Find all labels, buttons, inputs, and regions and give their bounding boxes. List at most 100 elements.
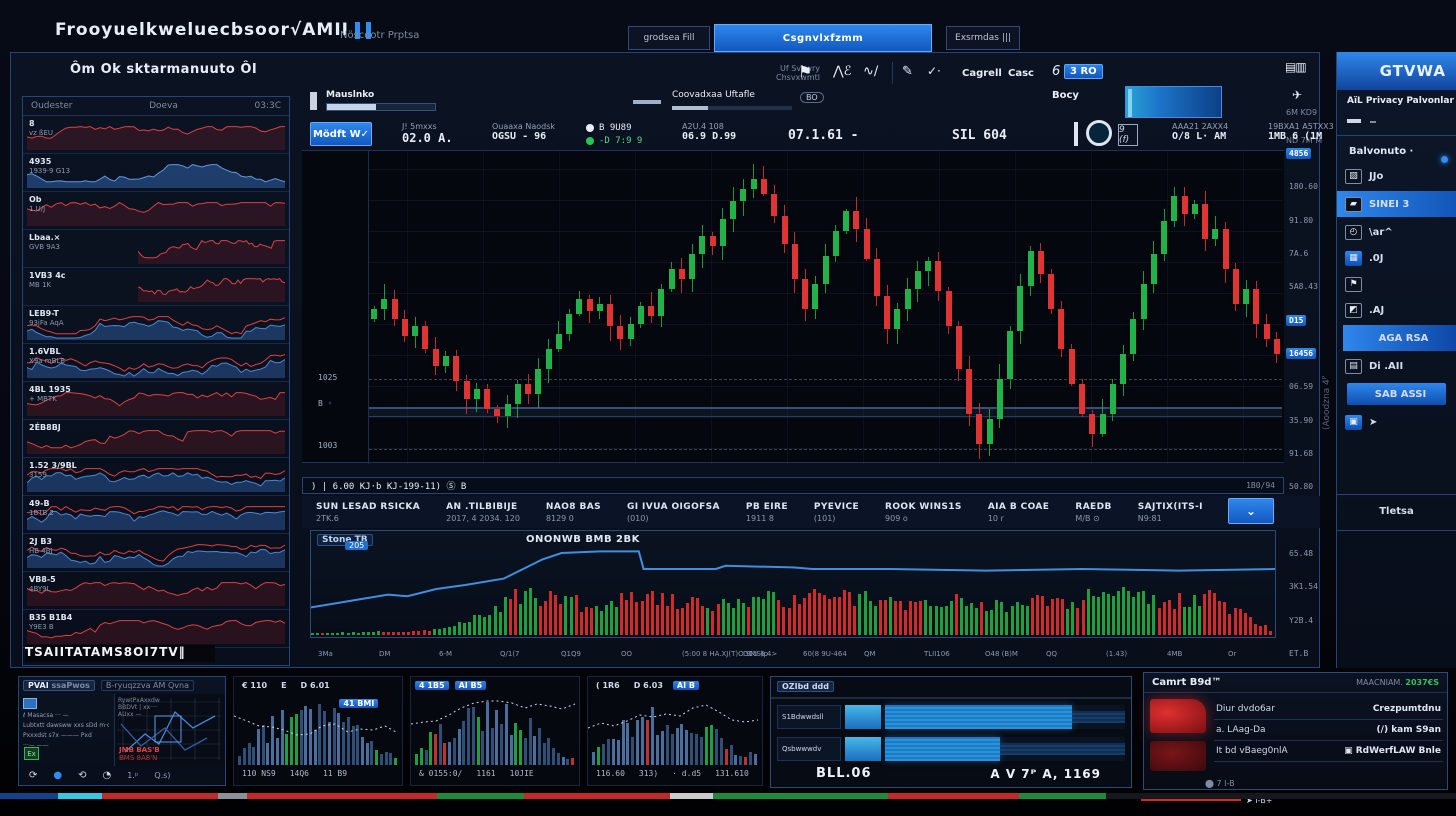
footer-icon-3[interactable]: ◔ [103,770,112,781]
progress-row[interactable]: S1Bdwwdsll [777,703,1125,731]
mini-chart-panel[interactable]: 4 1B5AI B5& 0155:0∕116110JIE [410,676,580,786]
magnifier-icon[interactable] [1086,120,1112,146]
metric-item[interactable]: PYEVICE(101) [814,502,859,523]
tab-file[interactable]: grodsea Fill [628,26,710,50]
casc-button[interactable]: Casc [1008,68,1034,79]
price-axis-label[interactable]: 91.80 [1286,215,1316,226]
watchlist-row[interactable]: 4BL 1935+ MBTK [23,382,289,420]
price-axis-label[interactable]: 50.80 [1286,481,1316,492]
metric-item[interactable]: NAO8 BAS8129 0 [546,502,601,523]
footer-icon-1[interactable]: ● [53,770,62,781]
price-axis-label[interactable]: 35.90 [1286,415,1316,426]
watchlist-row[interactable]: 49351939·9 G13 [23,154,289,192]
tab-extras[interactable]: Exsrmdas ||| [946,26,1020,50]
sidebar-item[interactable]: SAB ASSI [1347,383,1446,405]
mini-chart-panel[interactable]: € 110ED 6.0141 BMI110 NS914Q611 B9 [233,676,403,786]
price-axis-label[interactable]: Y2B.4 [1286,615,1316,626]
metric-item[interactable]: SUN LESAD RSICKA2TK.6 [316,502,420,523]
progress-tab[interactable]: OZIbd ddd [777,681,834,692]
watchlist-row[interactable]: B35 B1B4Y9E3 B [23,610,289,648]
dove-icon[interactable]: ✈ [1292,88,1302,102]
candlestick-chart-region[interactable]: 1025B ◦1003 [302,150,1284,463]
ro-badge[interactable]: 3 RO [1064,64,1103,79]
watchlist-row[interactable]: 1.6VBLX9a mBLB [23,344,289,382]
news-tab1[interactable]: PVAI ssaPwos [23,680,95,691]
zigzag-chart-icon[interactable]: ∿∕ [863,64,878,79]
price-axis-label[interactable]: 16456 [1286,348,1316,359]
mini-chart-chip[interactable]: € 110 [238,681,271,690]
timeframe-button[interactable]: Mödft W✓ [310,122,372,146]
line-chart-icon[interactable]: ⋀ℰ [833,64,852,79]
mini-chart-body[interactable] [588,693,762,765]
mini-chart-chip[interactable]: AI B [673,681,699,690]
mini-chart-chip[interactable]: ( 1R6 [592,681,624,690]
sidebar-item[interactable]: ◴\ar^ [1337,219,1456,245]
buildings-icon[interactable]: ▤▥ [1285,60,1306,74]
price-axis-label[interactable]: 06.59 [1286,381,1316,392]
watchlist-row[interactable]: 49-B1BTB.2 [23,496,289,534]
sidebar-item[interactable]: AGA RSA [1343,325,1456,351]
metric-item[interactable]: AN .TILBIBIJE2017, 4 2034. 120 [446,502,520,523]
metric-item[interactable]: GI IVUA OIGOFSA(010) [627,502,720,523]
price-axis-label[interactable]: D15 [1286,315,1306,326]
sidebar-item[interactable]: ▨JJo [1337,163,1456,189]
metric-item[interactable]: AIA B COAE10 r [988,502,1050,523]
footer-icon-2[interactable]: ⟲ [78,770,86,781]
watchlist-row[interactable]: Lbaa.×GVB 9A3 [23,230,289,268]
price-axis[interactable]: 4856 180.60 91.80 7A.6 5A8.43 D15 16456 06.59 35… [1286,148,1320,660]
ticker-strip[interactable]: TSAIITATAMS8OI7TV‖ [25,645,215,662]
sidebar-item[interactable]: ⚑ [1337,271,1456,297]
network-chart[interactable]: RywtPxAxxdwBBDVt | xx····AUxx — JMB BAS'… [115,694,225,766]
price-axis-label[interactable]: 4856 [1286,148,1311,159]
mini-chart-chip[interactable]: D 6.01 [297,681,334,690]
mini-chart-panel[interactable]: ( 1R6D 6.03AI B116.60313)· d.d5131.610 [587,676,763,786]
watchlist-row[interactable]: Ob1.U∕J [23,192,289,230]
metric-item[interactable]: RAEDBM∕B ⊙ [1075,502,1111,523]
mini-chart-chip[interactable]: AI B5 [455,681,487,690]
check-icon[interactable]: ✓· [927,64,941,78]
metric-item[interactable]: ROOK WINS1S909 o [885,502,962,523]
watchlist-row[interactable]: VB8-54BY9L [23,572,289,610]
alert-row[interactable]: Diur dvdo6arCrezpumtdnu [1214,699,1443,720]
sidebar-section2-label[interactable]: Tletsa [1337,506,1456,517]
price-axis-label[interactable]: 7A.6 [1286,248,1311,259]
volume-panel[interactable]: Stone TB 205 ONONWB BMB 2BK [310,530,1276,638]
mini-chart-chip[interactable]: E [277,681,290,690]
metric-item[interactable]: PB EIRE1911 8 [746,502,788,523]
cagrell-button[interactable]: Cagrell [962,68,1002,79]
tab-active[interactable]: Csgnvlxfzmm [714,24,932,52]
watchlist-row[interactable]: 8vz ßEU [23,116,289,154]
price-axis-label[interactable]: 5A8.43 [1286,281,1321,292]
note-icon[interactable]: 9 (f) [1118,124,1138,146]
sidebar-item[interactable]: ◩.AJ [1337,297,1456,323]
mini-chart-body[interactable] [411,693,579,765]
mini-chart-chip[interactable]: 4 1B5 [415,681,449,690]
metrics-expand-button[interactable]: ⌄ [1228,498,1274,524]
footer-icon-0[interactable]: ⟳ [29,770,37,781]
price-axis-label[interactable]: ET.B [1286,648,1311,659]
mini-chart-body[interactable]: 41 BMI [234,693,402,765]
sidebar-item[interactable]: ▤Di .AII [1337,353,1456,379]
price-axis-label[interactable]: 65.48 [1286,548,1316,559]
news-tab2[interactable]: B-ryuqzzva AM Qvna [101,680,194,691]
sidebar-item[interactable]: ▰SINEI 3 [1337,191,1456,217]
sidebar-item[interactable]: ▦.0J [1337,245,1456,271]
metric-item[interactable]: SAJTIX(ITS-IN9:81 [1138,502,1203,523]
pencil-icon[interactable]: ✎ [902,64,913,79]
price-axis-label[interactable]: 91.68 [1286,448,1316,459]
candlestick-plot[interactable] [369,151,1282,464]
bo-badge[interactable]: BO [800,92,824,103]
news-list[interactable]: ℓ Masacsa ··· —Lubtxtt dawsww xxs sDd m·… [19,694,115,766]
watchlist-row[interactable]: 1VB3 4cMB 1K [23,268,289,306]
price-axis-label[interactable]: 180.60 [1286,181,1321,192]
alert-row[interactable]: a. LAag-Da(∕) kam S9an [1214,720,1443,741]
flag-icon[interactable]: ⚑ [798,62,812,81]
price-axis-label[interactable]: 3K1.54 [1286,581,1321,592]
watchlist-row[interactable]: 1.52 3∕9BL3159 [23,458,289,496]
sidebar-item[interactable]: ▣➤ [1337,409,1456,435]
mini-chart-chip[interactable]: D 6.03 [630,681,667,690]
alert-row[interactable]: It bd vBaeg0nlA▣ RdWerfLAW Bnle [1214,741,1443,762]
watchlist-row[interactable]: LEB9-T93jFa AqA [23,306,289,344]
watchlist-row[interactable]: 2ÉB8BJ [23,420,289,458]
progress-row[interactable]: Qsbwwwdv [777,735,1125,763]
